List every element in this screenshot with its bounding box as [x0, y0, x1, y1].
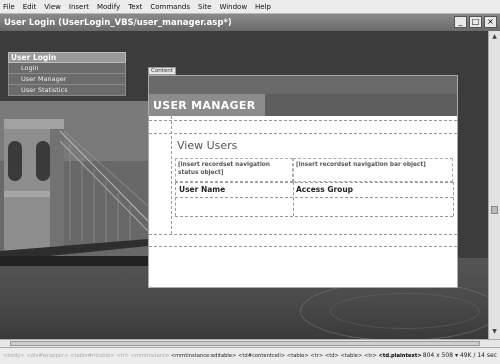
menu-modify[interactable]: Modify: [97, 3, 120, 11]
status-bar: <body> <div#wrapper> <table#mtable> <tr>…: [0, 347, 500, 364]
menu-text[interactable]: Text: [128, 3, 142, 11]
download-stats: 49K / 14 sec: [459, 352, 497, 359]
page-heading: View Users: [177, 139, 238, 152]
scrollbar-thumb[interactable]: [491, 206, 498, 214]
recordset-nav-status-placeholder[interactable]: [insert recordset navigation status obje…: [175, 158, 293, 182]
maximize-button[interactable]: □: [469, 16, 482, 28]
horizontal-scrollbar-thumb[interactable]: [10, 341, 480, 346]
nav-item-user-manager[interactable]: User Manager: [8, 74, 126, 85]
horizontal-scrollbar[interactable]: [0, 339, 500, 347]
nav-header: User Login: [8, 52, 126, 63]
table-rule: [293, 182, 294, 216]
layout-guide: [149, 120, 457, 121]
column-header-username: User Name: [179, 185, 226, 194]
vertical-scrollbar[interactable]: ▲ ▼: [488, 31, 500, 339]
layout-guide: [149, 133, 457, 134]
menu-site[interactable]: Site: [198, 3, 211, 11]
editable-region-tab[interactable]: Content: [148, 67, 176, 75]
dropdown-icon[interactable]: ▾: [455, 352, 458, 359]
editable-content-region[interactable]: USER MANAGER View Users [insert recordse…: [148, 75, 458, 288]
tag-selector-faded-path[interactable]: <body> <div#wrapper> <table#mtable> <tr>…: [3, 353, 169, 359]
tag-selector[interactable]: <body> <div#wrapper> <table#mtable> <tr>…: [3, 353, 422, 359]
window-size[interactable]: 804 x 508: [423, 352, 453, 359]
menu-edit[interactable]: Edit: [23, 3, 37, 11]
scroll-down-icon[interactable]: ▼: [490, 328, 499, 337]
table-rule: [175, 197, 453, 198]
nav-item-login[interactable]: Login: [8, 63, 126, 74]
recordset-nav-bar-placeholder[interactable]: [insert recordset navigation bar object]: [293, 158, 453, 182]
layout-guide: [171, 116, 172, 234]
minimize-button[interactable]: _: [454, 16, 467, 28]
nav-panel: User Login Login User Manager User Stati…: [8, 52, 126, 96]
tag-selector-current[interactable]: <td.plaintext>: [379, 353, 422, 359]
nav-item-user-statistics[interactable]: User Statistics: [8, 85, 126, 96]
layout-guide: [149, 246, 457, 247]
tag-selector-path[interactable]: <mmtinstance:editable> <td#contentcell> …: [171, 353, 377, 359]
banner-bar: USER MANAGER: [149, 94, 457, 116]
design-view[interactable]: User Login Login User Manager User Stati…: [0, 31, 488, 339]
background-swoosh-inner: [330, 293, 480, 329]
menu-bar: File Edit View Insert Modify Text Comman…: [0, 0, 500, 14]
menu-file[interactable]: File: [3, 3, 15, 11]
document-title: User Login (UserLogin_VBS/user_manager.a…: [4, 17, 232, 28]
layout-guide: [149, 234, 457, 235]
menu-commands[interactable]: Commands: [150, 3, 190, 11]
menu-help[interactable]: Help: [255, 3, 271, 11]
scroll-up-icon[interactable]: ▲: [490, 33, 499, 42]
menu-window[interactable]: Window: [219, 3, 247, 11]
table-rule: [175, 182, 453, 183]
header-band: [149, 76, 457, 94]
document-title-bar: User Login (UserLogin_VBS/user_manager.a…: [0, 14, 500, 31]
table-rule: [175, 182, 176, 216]
window-controls: _ □ ×: [454, 16, 497, 28]
close-button[interactable]: ×: [484, 16, 497, 28]
table-rule: [453, 182, 454, 216]
bridge-photo: [0, 101, 148, 266]
table-rule: [175, 216, 453, 217]
column-header-access-group: Access Group: [296, 185, 354, 194]
menu-view[interactable]: View: [44, 3, 61, 11]
document-stats: 804 x 508 ▾ 49K / 14 sec: [423, 352, 497, 359]
page-banner: USER MANAGER: [153, 99, 256, 112]
menu-insert[interactable]: Insert: [69, 3, 89, 11]
